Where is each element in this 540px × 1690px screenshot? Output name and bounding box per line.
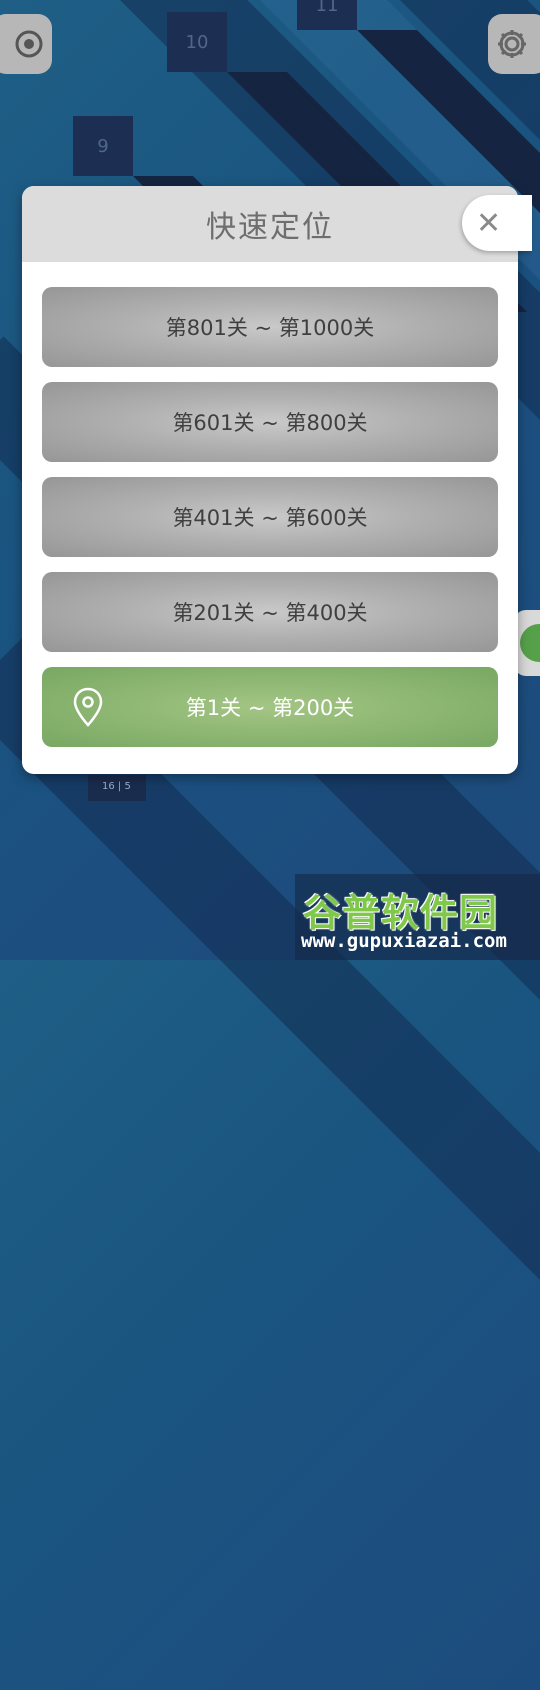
range-button-201-400[interactable]: 第201关 ~ 第400关 — [42, 572, 498, 652]
close-icon: ✕ — [476, 205, 502, 241]
level-tile[interactable]: 9 — [73, 116, 133, 176]
level-tile-number: 9 — [97, 135, 109, 157]
range-label: 第1关 ~ 第200关 — [185, 696, 355, 720]
range-label: 第401关 ~ 第600关 — [172, 506, 368, 530]
range-button-601-800[interactable]: 第601关 ~ 第800关 — [42, 382, 498, 462]
dialog-header: 快速定位 — [22, 186, 518, 262]
dialog-title: 快速定位 — [206, 210, 334, 245]
gear-icon — [498, 30, 526, 58]
quick-locate-dialog: 快速定位 第801关 ~ 第1000关 第601关 ~ 第800关 第401关 … — [22, 186, 518, 774]
range-label: 第201关 ~ 第400关 — [172, 601, 368, 625]
range-button-801-1000[interactable]: 第801关 ~ 第1000关 — [42, 287, 498, 367]
range-label: 第601关 ~ 第800关 — [172, 411, 368, 435]
watermark: 谷普软件园 www.gupuxiazai.com — [295, 874, 540, 960]
range-button-1-200[interactable]: 第1关 ~ 第200关 — [42, 667, 498, 747]
watermark-url: www.gupuxiazai.com — [301, 930, 507, 952]
watermark-title: 谷普软件园 — [303, 891, 499, 935]
target-icon — [15, 30, 43, 58]
range-button-401-600[interactable]: 第401关 ~ 第600关 — [42, 477, 498, 557]
level-tile-number: 11 — [315, 0, 339, 16]
locate-button[interactable] — [0, 14, 52, 74]
level-tile[interactable]: 11 — [297, 0, 357, 30]
small-level-tile-label: 16 | 5 — [102, 781, 131, 792]
settings-button[interactable] — [488, 14, 540, 74]
level-tile[interactable]: 10 — [167, 12, 227, 72]
close-button[interactable]: ✕ — [462, 195, 532, 251]
level-tile-number: 10 — [185, 31, 209, 53]
side-tab-indicator — [520, 624, 540, 662]
location-pin-icon — [73, 687, 103, 727]
range-label: 第801关 ~ 第1000关 — [165, 316, 375, 340]
